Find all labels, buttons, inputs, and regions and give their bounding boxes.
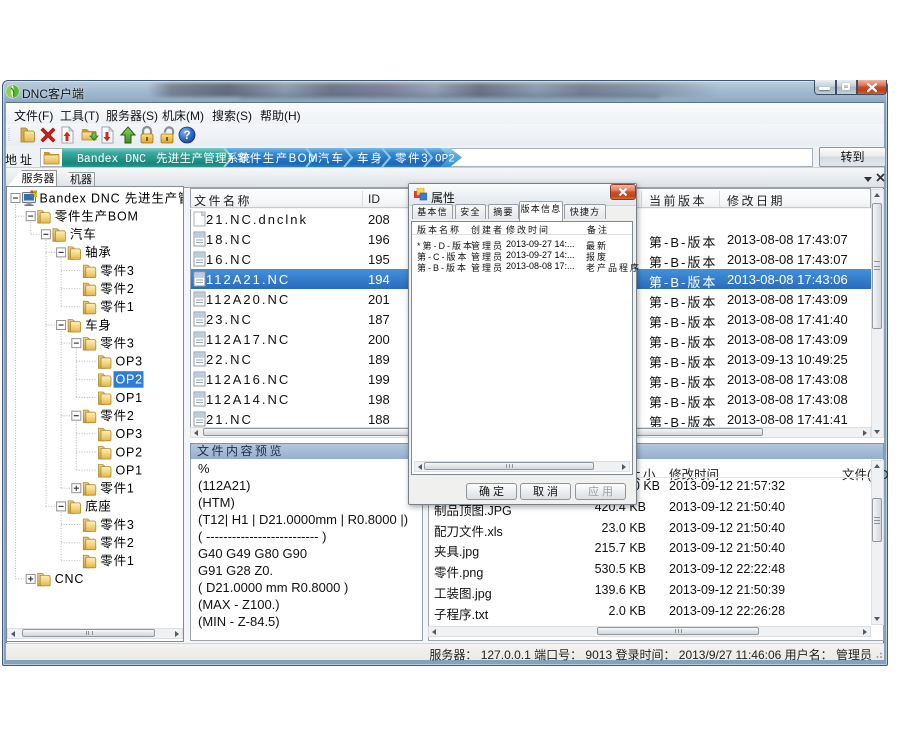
svg-text:零件2: 零件2 [100, 409, 134, 423]
svg-text:OP2: OP2 [435, 154, 455, 166]
svg-text:零件1: 零件1 [100, 554, 134, 568]
svg-text:零件3: 零件3 [395, 151, 429, 165]
svg-text:OP3: OP3 [116, 355, 143, 369]
svg-text:OP1: OP1 [116, 463, 143, 477]
svg-text:汽车: 汽车 [70, 227, 97, 242]
svg-text:零件1: 零件1 [100, 300, 134, 314]
svg-text:零件3: 零件3 [100, 336, 134, 350]
svg-text:OP3: OP3 [116, 427, 143, 441]
svg-text:零件3: 零件3 [100, 264, 134, 278]
svg-text:轴承: 轴承 [85, 245, 112, 260]
svg-text:CNC: CNC [55, 572, 84, 586]
svg-text:零件生产BOM: 零件生产BOM [55, 209, 139, 223]
svg-text:OP1: OP1 [116, 391, 143, 405]
svg-text:汽车: 汽车 [318, 151, 345, 165]
svg-text:零件2: 零件2 [100, 536, 134, 550]
svg-text:零件生产BOM: 零件生产BOM [237, 151, 319, 165]
svg-text:零件2: 零件2 [100, 282, 134, 296]
svg-text:Bandex DNC: Bandex DNC [77, 153, 146, 166]
svg-text:?: ? [183, 130, 190, 142]
svg-text:OP2: OP2 [116, 373, 143, 387]
svg-text:车身: 车身 [85, 317, 112, 332]
svg-text:底座: 底座 [85, 499, 112, 514]
svg-text:车身: 车身 [357, 151, 384, 165]
svg-text:Bandex DNC 先进生产管理系统: Bandex DNC 先进生产管理系统 [40, 190, 184, 205]
svg-text:零件1: 零件1 [100, 482, 134, 496]
svg-text:OP2: OP2 [116, 445, 143, 459]
svg-text:零件3: 零件3 [100, 518, 134, 532]
